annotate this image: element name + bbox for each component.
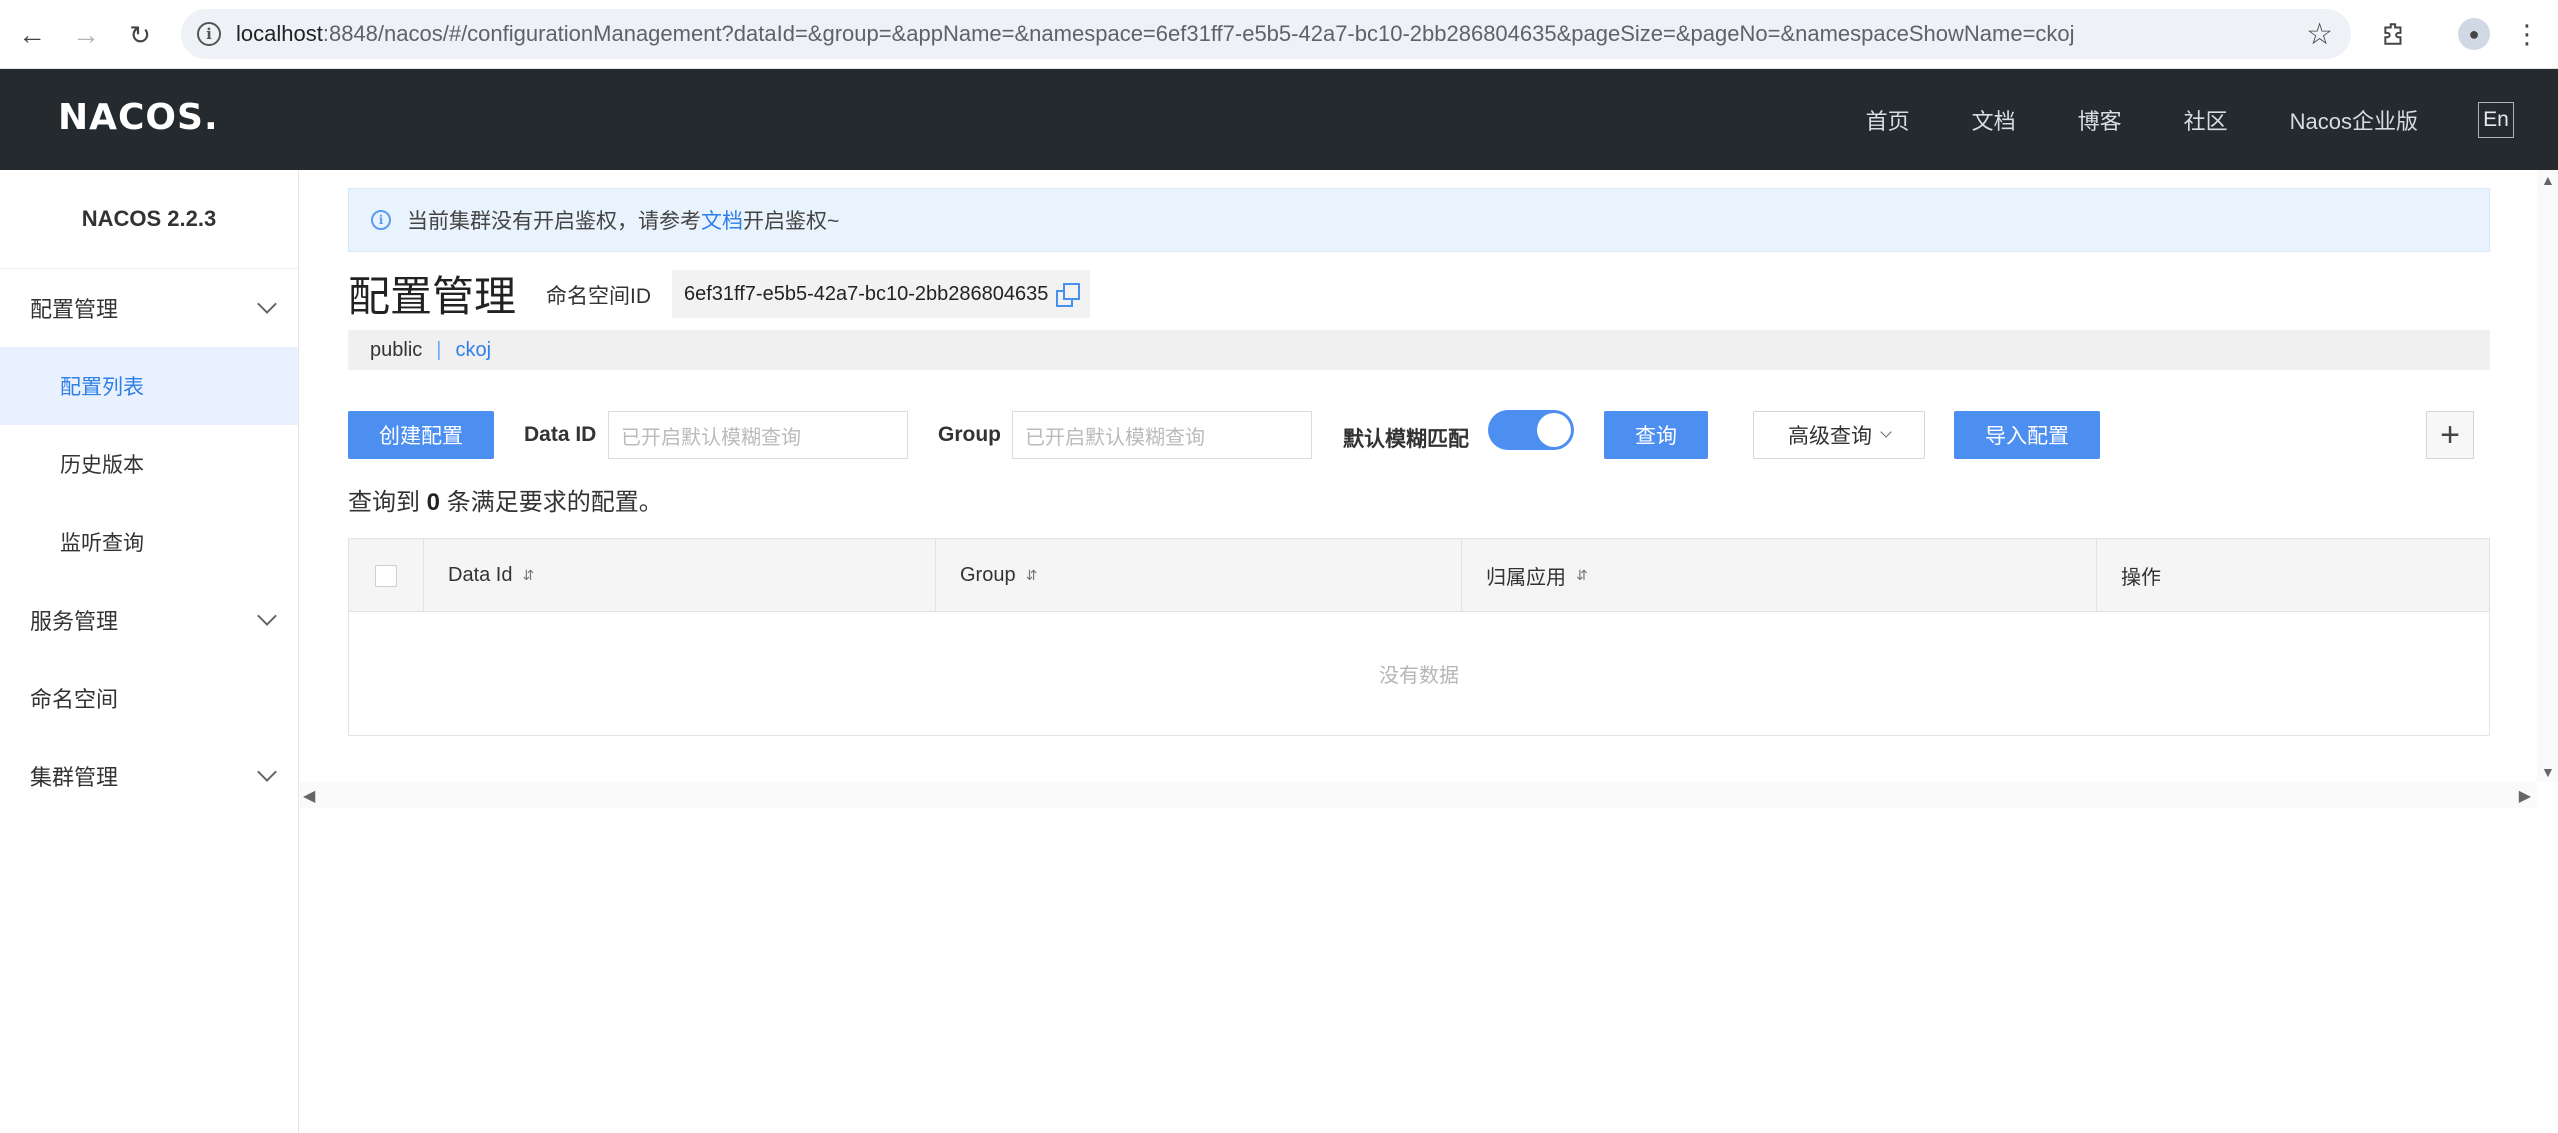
back-icon[interactable]: ← bbox=[14, 17, 50, 53]
result-suffix: 条满足要求的配置。 bbox=[446, 489, 663, 516]
info-icon: i bbox=[371, 210, 391, 230]
scroll-left-icon[interactable]: ◀ bbox=[303, 786, 315, 806]
empty-state: 没有数据 bbox=[1379, 665, 1459, 687]
horizontal-scrollbar[interactable]: ◀ ▶ bbox=[299, 782, 2537, 808]
sidebar-item-listener[interactable]: 监听查询 bbox=[0, 503, 298, 581]
sidebar-item-namespace[interactable]: 命名空间 bbox=[0, 659, 298, 737]
sort-icon[interactable]: ⇵ bbox=[1576, 567, 1588, 584]
auth-notice: i 当前集群没有开启鉴权，请参考 文档 开启鉴权~ bbox=[348, 188, 2490, 252]
namespace-id-value: 6ef31ff7-e5b5-42a7-bc10-2bb286804635 bbox=[684, 282, 1049, 305]
menu-kebab-icon[interactable]: ⋮ bbox=[2508, 15, 2546, 53]
column-dataid-label: Data Id bbox=[448, 564, 513, 586]
nav-blog[interactable]: 博客 bbox=[2078, 104, 2122, 136]
namespace-switcher: public | ckoj bbox=[348, 330, 2490, 370]
sort-icon[interactable]: ⇵ bbox=[1026, 567, 1038, 584]
extensions-icon[interactable] bbox=[2375, 15, 2413, 53]
chevron-down-icon bbox=[1880, 426, 1892, 438]
sidebar-item-config-list[interactable]: 配置列表 bbox=[0, 347, 298, 425]
notice-text: 当前集群没有开启鉴权，请参考 bbox=[407, 210, 701, 233]
nav-home[interactable]: 首页 bbox=[1866, 104, 1910, 136]
namespace-id-label: 命名空间ID bbox=[546, 285, 651, 308]
result-prefix: 查询到 bbox=[348, 489, 420, 516]
group-label: Group bbox=[938, 423, 1001, 446]
nacos-logo[interactable]: NACOS. bbox=[58, 97, 219, 138]
namespace-public[interactable]: public bbox=[370, 339, 422, 362]
column-actions-label: 操作 bbox=[2121, 567, 2161, 589]
chevron-down-icon bbox=[257, 606, 277, 626]
table-header: Data Id ⇵ Group ⇵ 归属应用 ⇵ 操作 bbox=[349, 539, 2489, 612]
sidebar: NACOS 2.2.3 配置管理 配置列表 历史版本 监听查询 服务管理 命名空… bbox=[0, 170, 299, 1133]
sidebar-group-cluster[interactable]: 集群管理 bbox=[0, 737, 298, 815]
group-input[interactable]: 已开启默认模糊查询 bbox=[1012, 411, 1312, 459]
namespace-id-box: 6ef31ff7-e5b5-42a7-bc10-2bb286804635 bbox=[672, 270, 1091, 318]
url-text: localhost:8848/nacos/#/configurationMana… bbox=[236, 21, 2075, 46]
config-table: Data Id ⇵ Group ⇵ 归属应用 ⇵ 操作 没有数据 bbox=[348, 538, 2490, 736]
import-config-button[interactable]: 导入配置 bbox=[1954, 411, 2100, 459]
scroll-right-icon[interactable]: ▶ bbox=[2519, 786, 2531, 806]
nav-enterprise[interactable]: Nacos企业版 bbox=[2290, 104, 2418, 136]
vertical-scrollbar[interactable]: ▲ ▼ bbox=[2537, 170, 2558, 782]
namespace-current[interactable]: ckoj bbox=[455, 339, 491, 362]
create-config-button[interactable]: 创建配置 bbox=[348, 411, 494, 459]
bookmark-star-icon[interactable]: ☆ bbox=[2306, 17, 2333, 52]
column-app-label: 归属应用 bbox=[1486, 567, 1566, 589]
fuzzy-match-label: 默认模糊匹配 bbox=[1343, 428, 1469, 451]
app-header: NACOS. 首页 文档 博客 社区 Nacos企业版 En bbox=[0, 69, 2558, 170]
dataid-label: Data ID bbox=[524, 423, 597, 446]
query-button[interactable]: 查询 bbox=[1604, 411, 1708, 459]
add-icon[interactable]: + bbox=[2426, 411, 2474, 459]
column-group-label: Group bbox=[960, 564, 1016, 586]
column-app[interactable]: 归属应用 ⇵ bbox=[1462, 539, 2097, 612]
sidebar-group-service[interactable]: 服务管理 bbox=[0, 581, 298, 659]
column-group[interactable]: Group ⇵ bbox=[936, 539, 1462, 612]
nav-docs[interactable]: 文档 bbox=[1972, 104, 2016, 136]
result-summary: 查询到 0 条满足要求的配置。 bbox=[348, 482, 663, 517]
select-all-checkbox[interactable] bbox=[375, 564, 397, 587]
scroll-up-icon[interactable]: ▲ bbox=[2541, 172, 2555, 188]
sidebar-item-label: 命名空间 bbox=[30, 687, 119, 712]
address-bar[interactable]: i localhost:8848/nacos/#/configurationMa… bbox=[181, 9, 2351, 59]
advanced-query-label: 高级查询 bbox=[1788, 425, 1872, 448]
forward-icon[interactable]: → bbox=[68, 17, 104, 53]
notice-docs-link[interactable]: 文档 bbox=[701, 205, 743, 235]
sidebar-group-config[interactable]: 配置管理 bbox=[0, 269, 298, 347]
site-info-icon[interactable]: i bbox=[197, 22, 221, 46]
column-actions: 操作 bbox=[2097, 539, 2489, 612]
column-dataid[interactable]: Data Id ⇵ bbox=[424, 539, 936, 612]
page-title: 配置管理 bbox=[348, 273, 517, 320]
toggle-knob bbox=[1537, 413, 1571, 447]
scroll-down-icon[interactable]: ▼ bbox=[2541, 764, 2555, 780]
sidebar-item-history[interactable]: 历史版本 bbox=[0, 425, 298, 503]
version-label: NACOS 2.2.3 bbox=[0, 170, 298, 269]
sidebar-group-label: 配置管理 bbox=[30, 297, 119, 322]
namespace-separator: | bbox=[436, 338, 442, 361]
nav-community[interactable]: 社区 bbox=[2184, 104, 2228, 136]
browser-toolbar: ← → ↻ i localhost:8848/nacos/#/configura… bbox=[0, 0, 2558, 69]
reload-icon[interactable]: ↻ bbox=[122, 17, 158, 53]
advanced-query-button[interactable]: 高级查询 bbox=[1753, 411, 1925, 459]
chevron-down-icon bbox=[257, 762, 277, 782]
profile-avatar-icon[interactable]: ● bbox=[2458, 18, 2490, 50]
select-all-cell bbox=[349, 539, 424, 612]
chevron-down-icon bbox=[257, 294, 277, 314]
sort-icon[interactable]: ⇵ bbox=[522, 567, 534, 584]
sidebar-group-label: 服务管理 bbox=[30, 609, 119, 634]
fuzzy-match-toggle[interactable] bbox=[1488, 410, 1574, 450]
dataid-input[interactable]: 已开启默认模糊查询 bbox=[608, 411, 908, 459]
notice-text-end: 开启鉴权~ bbox=[743, 210, 840, 233]
sidebar-group-label: 集群管理 bbox=[30, 765, 119, 790]
result-count: 0 bbox=[426, 489, 441, 516]
copy-icon[interactable] bbox=[1056, 283, 1081, 307]
top-nav: 首页 文档 博客 社区 Nacos企业版 En bbox=[1866, 69, 2558, 170]
language-toggle-button[interactable]: En bbox=[2478, 101, 2514, 138]
